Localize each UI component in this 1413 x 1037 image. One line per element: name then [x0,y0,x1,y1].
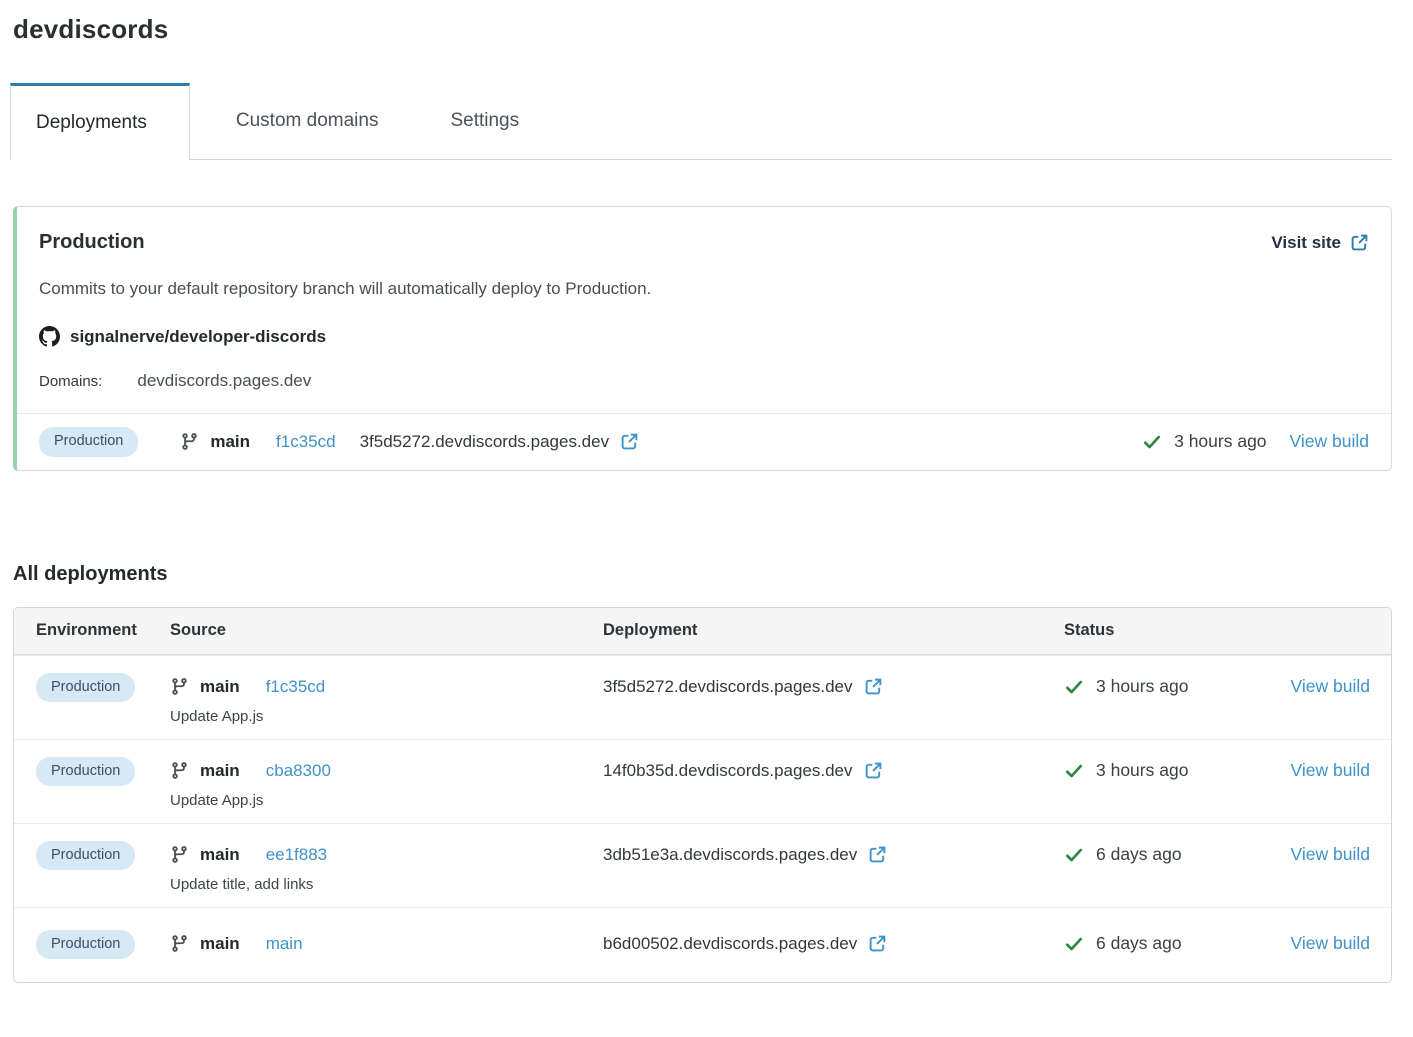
branch-name: main [210,432,250,452]
pages-project-page: devdiscords Deployments Custom domains S… [0,0,1413,983]
view-build-link[interactable]: View build [1291,676,1370,697]
tab-settings[interactable]: Settings [424,83,545,159]
production-card-title: Production [39,231,145,254]
environment-badge: Production [36,673,135,703]
external-link-icon[interactable] [864,677,883,696]
commit-link[interactable]: main [266,934,303,954]
production-deployment-row: Production main f1c35cd 3f5d5272.devdisc… [17,413,1391,470]
tab-bar: Deployments Custom domains Settings [13,83,1392,160]
deployment-url: b6d00502.devdiscords.pages.dev [603,934,857,954]
production-card-description: Commits to your default repository branc… [39,279,1369,299]
github-icon [39,326,60,347]
git-branch-icon [170,845,189,864]
external-link-icon [1350,233,1369,252]
branch-name: main [200,934,240,954]
commit-link[interactable]: f1c35cd [266,677,326,697]
success-check-icon [1064,845,1084,865]
tab-custom-domains[interactable]: Custom domains [210,83,405,159]
deployment-url: 3f5d5272.devdiscords.pages.dev [360,432,610,452]
deployment-url: 3db51e3a.devdiscords.pages.dev [603,845,857,865]
git-branch-icon [170,677,189,696]
success-check-icon [1064,761,1084,781]
external-link-icon[interactable] [868,934,887,953]
branch-name: main [200,677,240,697]
visit-site-link[interactable]: Visit site [1271,233,1369,253]
commit-link[interactable]: f1c35cd [276,432,336,452]
environment-badge: Production [39,427,138,457]
status-time: 3 hours ago [1174,431,1266,452]
external-link-icon[interactable] [868,845,887,864]
status-time: 6 days ago [1096,933,1182,954]
status-time: 3 hours ago [1096,676,1188,697]
status-time: 3 hours ago [1096,760,1188,781]
deployment-url: 3f5d5272.devdiscords.pages.dev [603,677,853,697]
view-build-link[interactable]: View build [1291,933,1370,954]
git-branch-icon [180,432,199,451]
branch-name: main [200,845,240,865]
domains-value: devdiscords.pages.dev [137,371,311,391]
table-header: Environment Source Deployment Status [14,608,1391,655]
external-link-icon[interactable] [620,432,639,451]
column-source: Source [170,608,603,654]
environment-badge: Production [36,841,135,871]
table-row: Production main ee1f883 Update title, ad… [14,823,1391,907]
production-card: Production Visit site Commits to your de… [13,206,1392,471]
commit-message: Update App.js [170,708,603,725]
external-link-icon[interactable] [864,761,883,780]
page-title: devdiscords [13,14,1392,45]
status-time: 6 days ago [1096,844,1182,865]
visit-site-label: Visit site [1271,233,1341,253]
deployments-table: Environment Source Deployment Status Pro… [13,607,1392,984]
git-branch-icon [170,934,189,953]
all-deployments-title: All deployments [13,563,1392,586]
environment-badge: Production [36,757,135,787]
domains-label: Domains: [39,373,102,390]
view-build-link[interactable]: View build [1291,760,1370,781]
commit-link[interactable]: cba8300 [266,761,331,781]
commit-link[interactable]: ee1f883 [266,845,327,865]
table-row: Production main f1c35cd Update App.js 3f… [14,655,1391,739]
git-branch-icon [170,761,189,780]
deployment-url: 14f0b35d.devdiscords.pages.dev [603,761,853,781]
success-check-icon [1142,432,1162,452]
view-build-link[interactable]: View build [1291,844,1370,865]
column-environment: Environment [14,608,170,654]
success-check-icon [1064,934,1084,954]
branch-name: main [200,761,240,781]
commit-message: Update App.js [170,792,603,809]
column-deployment: Deployment [603,608,1064,654]
view-build-link[interactable]: View build [1290,431,1369,452]
column-actions [1283,608,1391,654]
table-row: Production main cba8300 Update App.js 14… [14,739,1391,823]
table-row: Production main main b6d00502.devdiscord… [14,907,1391,983]
column-status: Status [1064,608,1283,654]
environment-badge: Production [36,930,135,960]
success-check-icon [1064,677,1084,697]
repo-name: signalnerve/developer-discords [70,327,326,347]
commit-message: Update title, add links [170,876,603,893]
tab-deployments[interactable]: Deployments [10,83,190,160]
